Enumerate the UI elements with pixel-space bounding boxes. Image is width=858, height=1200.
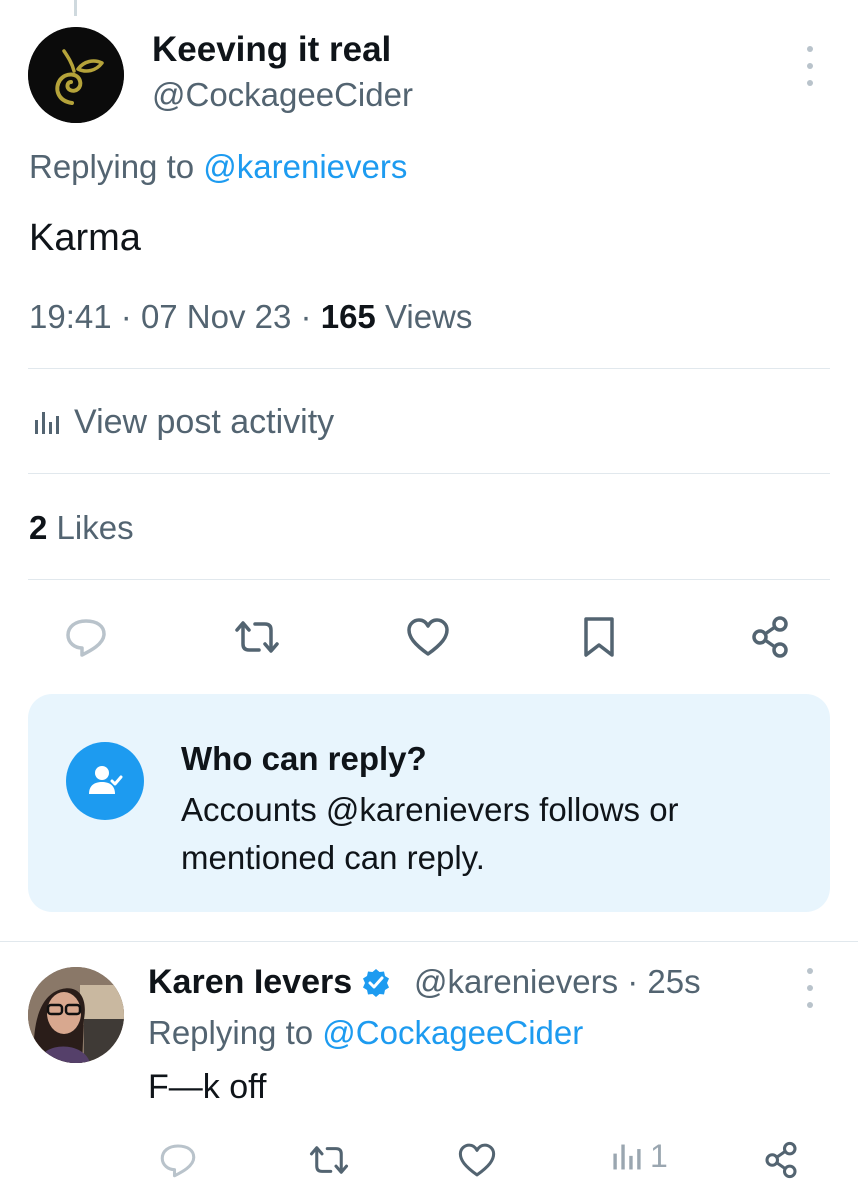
reply-author-name-row[interactable]: Karen Ievers	[148, 963, 392, 1002]
like-button[interactable]	[400, 609, 456, 665]
divider	[28, 579, 830, 580]
analytics-icon	[613, 1144, 641, 1169]
reply-author-avatar[interactable]	[28, 967, 124, 1063]
divider	[0, 941, 858, 942]
replying-to-label: Replying to	[29, 148, 195, 185]
reply-views-count: 1	[650, 1138, 668, 1174]
likes-summary[interactable]: 2 Likes	[29, 509, 134, 547]
likes-label: Likes	[56, 509, 134, 546]
reply-like-button[interactable]	[453, 1136, 501, 1184]
tweet-date[interactable]: 07 Nov 23	[141, 298, 291, 335]
like-icon	[458, 1143, 496, 1177]
author-avatar[interactable]	[28, 27, 124, 123]
share-icon	[752, 616, 788, 658]
thread-connector-line	[74, 0, 77, 16]
share-button[interactable]	[742, 609, 798, 665]
verified-icon	[363, 968, 390, 997]
user-check-icon	[89, 766, 123, 794]
reply-icon	[66, 619, 106, 657]
reply-reply-button[interactable]	[154, 1136, 202, 1184]
reply-share-button[interactable]	[757, 1136, 805, 1184]
replying-to-label: Replying to	[148, 1014, 314, 1051]
more-icon[interactable]	[800, 968, 820, 1008]
meta-separator: ·	[300, 298, 312, 335]
divider	[28, 473, 830, 474]
who-can-reply-body: Accounts @karenievers follows or mention…	[181, 791, 679, 876]
who-can-reply-title: Who can reply?	[181, 740, 427, 777]
meta-separator: ·	[120, 298, 132, 335]
author-handle[interactable]: @CockageeCider	[152, 76, 413, 114]
cider-logo	[28, 27, 124, 123]
reply-author-meta: @karenievers · 25s	[414, 963, 701, 1001]
bookmark-icon	[584, 617, 614, 657]
user-check-badge	[66, 742, 144, 820]
replying-to: Replying to @karenievers	[29, 148, 407, 186]
replying-to-handle-link[interactable]: @CockageeCider	[322, 1014, 583, 1051]
reply-author-photo	[28, 967, 124, 1063]
reply-author-name: Karen Ievers	[148, 963, 353, 1001]
meta-separator: ·	[627, 963, 639, 1000]
author-name[interactable]: Keeving it real	[152, 30, 391, 70]
divider	[28, 368, 830, 369]
more-icon[interactable]	[800, 46, 820, 86]
share-icon	[765, 1141, 797, 1179]
tweet-meta: 19:41 · 07 Nov 23 · 165 Views	[29, 298, 472, 336]
reply-author-handle[interactable]: @karenievers	[414, 963, 618, 1000]
reply-icon	[160, 1144, 196, 1178]
view-post-activity-label: View post activity	[74, 403, 335, 441]
analytics-icon	[35, 411, 59, 434]
tweet-text: Karma	[29, 217, 141, 259]
like-icon	[407, 618, 449, 656]
reply-age[interactable]: 25s	[647, 963, 700, 1000]
views-count: 165	[320, 298, 376, 335]
tweet-time[interactable]: 19:41	[29, 298, 112, 335]
replying-to-handle-link[interactable]: @karenievers	[203, 148, 407, 185]
reply-retweet-button[interactable]	[305, 1136, 353, 1184]
retweet-button[interactable]	[229, 609, 285, 665]
bookmark-button[interactable]	[571, 609, 627, 665]
reply-text: F—k off	[148, 1068, 267, 1106]
reply-button[interactable]	[58, 609, 114, 665]
likes-count: 2	[29, 509, 48, 546]
reply-replying-to: Replying to @CockageeCider	[148, 1014, 583, 1052]
reply-views-button[interactable]: 1	[610, 1138, 668, 1175]
view-post-activity-link[interactable]: View post activity	[32, 403, 334, 442]
retweet-icon	[235, 621, 279, 653]
retweet-icon	[309, 1146, 349, 1174]
views-label: Views	[384, 298, 473, 335]
